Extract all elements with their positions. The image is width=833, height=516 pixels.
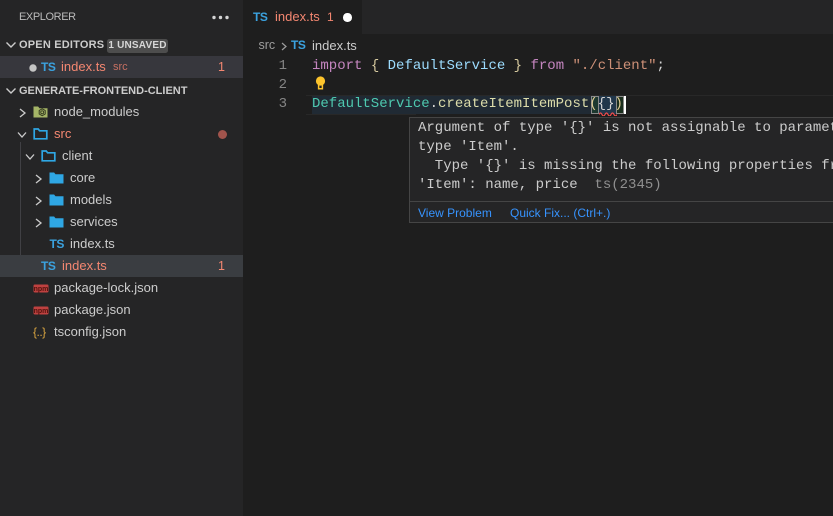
svg-text:npm: npm <box>34 286 49 293</box>
svg-text:npm: npm <box>34 308 49 315</box>
